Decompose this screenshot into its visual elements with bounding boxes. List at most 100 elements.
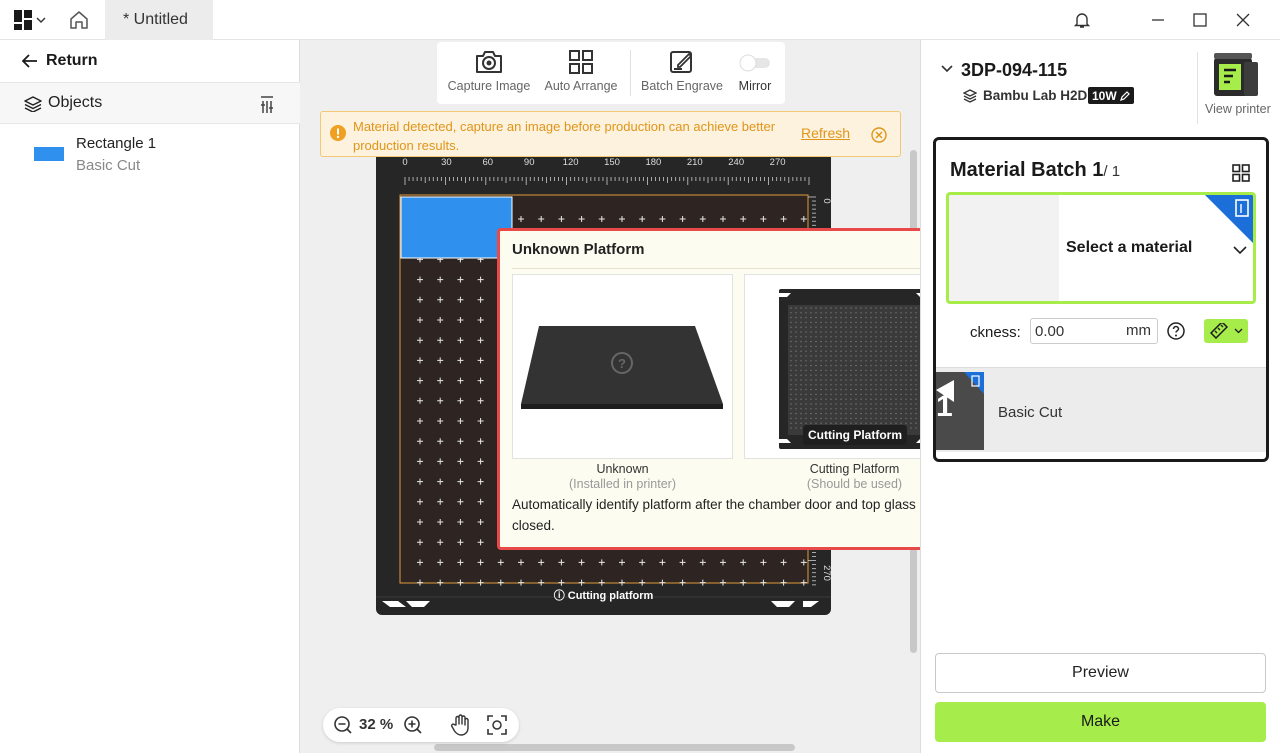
ruler-label: 60 xyxy=(483,157,494,168)
object-color-swatch xyxy=(34,147,64,161)
app-menu-button[interactable] xyxy=(14,10,50,30)
list-item[interactable]: Rectangle 1 Basic Cut xyxy=(34,132,274,178)
ruler-label: 150 xyxy=(604,157,620,168)
zoom-out-icon[interactable] xyxy=(333,715,353,735)
ruler-label: 210 xyxy=(687,157,703,168)
bell-icon[interactable] xyxy=(1072,10,1092,30)
ruler-label: 270 xyxy=(821,565,831,581)
horizontal-scrollbar[interactable] xyxy=(434,744,795,751)
plate-label: ⓘ Cutting platform xyxy=(376,587,831,603)
objects-header: Objects xyxy=(0,82,300,124)
process-thumbnail: 1 xyxy=(936,372,984,450)
warning-icon xyxy=(330,125,346,141)
zoom-controls: 32 % xyxy=(323,708,519,742)
chevron-down-icon[interactable] xyxy=(941,64,953,74)
zoom-in-icon[interactable] xyxy=(403,715,423,735)
chevron-down-icon xyxy=(1233,246,1247,255)
return-button[interactable]: Return xyxy=(22,50,98,72)
engrave-icon xyxy=(670,51,693,73)
batch-engrave-button[interactable]: Batch Engrave xyxy=(639,42,725,104)
return-label: Return xyxy=(46,52,98,69)
toggle-icon xyxy=(739,54,770,72)
process-name: Basic Cut xyxy=(998,404,1063,421)
ruler-label: 90 xyxy=(524,157,535,168)
ruler-label: 240 xyxy=(728,157,744,168)
refresh-link[interactable]: Refresh xyxy=(801,125,850,141)
laser-power-badge[interactable]: 10W xyxy=(1088,87,1134,104)
ruler-icon xyxy=(1210,323,1228,339)
ruler-label: 30 xyxy=(441,157,452,168)
ruler-label: 120 xyxy=(563,157,579,168)
laser-power-value: 10W xyxy=(1092,88,1117,103)
material-notice-banner: Material detected, capture an image befo… xyxy=(320,111,901,157)
home-icon[interactable] xyxy=(68,9,90,31)
popup-title: Unknown Platform xyxy=(512,241,645,258)
batch-title: Material Batch 1/ 1 xyxy=(950,159,1120,182)
material-card[interactable]: Select a material xyxy=(946,192,1256,304)
arrow-left-icon xyxy=(22,54,37,68)
popup-description: Automatically identify platform after th… xyxy=(512,497,966,533)
toolbar-divider xyxy=(630,50,631,96)
objects-label: Objects xyxy=(48,94,103,111)
object-process: Basic Cut xyxy=(76,157,141,174)
close-icon[interactable] xyxy=(1233,10,1253,30)
ruler-label: 270 xyxy=(770,157,786,168)
ruler-label: 180 xyxy=(645,157,661,168)
batch-engrave-label: Batch Engrave xyxy=(641,79,723,93)
cutting-platform-tag: Cutting Platform xyxy=(808,428,902,442)
preview-button[interactable]: Preview xyxy=(935,653,1266,693)
grid-icon[interactable] xyxy=(1232,164,1250,182)
object-name: Rectangle 1 xyxy=(76,135,157,152)
title-bar: * Untitled xyxy=(0,0,1280,40)
batch-title-text: Material Batch 1 xyxy=(950,159,1104,181)
mirror-toggle[interactable]: Mirror xyxy=(731,42,779,104)
camera-icon xyxy=(476,51,502,73)
help-icon[interactable] xyxy=(1167,322,1185,340)
close-circle-icon[interactable] xyxy=(871,127,887,143)
svg-text:?: ? xyxy=(618,356,626,371)
sort-icon[interactable] xyxy=(258,96,276,114)
layers-icon xyxy=(24,96,42,112)
thickness-label: ckness: xyxy=(970,324,1021,341)
chevron-down-icon xyxy=(1234,328,1243,334)
left-panel: Return Objects Rectangle 1 Basic Cut xyxy=(0,40,300,753)
make-button[interactable]: Make xyxy=(935,702,1266,742)
thickness-unit: mm xyxy=(1126,322,1151,339)
capture-image-button[interactable]: Capture Image xyxy=(447,42,531,104)
info-icon: ⓘ xyxy=(553,590,565,602)
door-icon xyxy=(1205,195,1253,243)
hand-pan-icon[interactable] xyxy=(451,714,471,736)
grid-icon xyxy=(569,50,593,74)
divider xyxy=(1197,52,1198,124)
notice-text: Material detected, capture an image befo… xyxy=(353,119,776,153)
platform-name-unknown: Unknown xyxy=(596,462,649,476)
printer-model: Bambu Lab H2D xyxy=(983,88,1088,103)
thickness-input[interactable]: 0.00 mm xyxy=(1030,318,1158,344)
rectangle-object[interactable] xyxy=(400,196,513,259)
pencil-icon xyxy=(1119,90,1130,101)
printer-name[interactable]: 3DP-094-115 xyxy=(961,60,1067,81)
batch-count: / 1 xyxy=(1103,163,1121,180)
auto-arrange-button[interactable]: Auto Arrange xyxy=(539,42,623,104)
platform-sub-unknown: (Installed in printer) xyxy=(569,477,676,491)
maximize-icon[interactable] xyxy=(1190,10,1210,30)
printer-icon[interactable] xyxy=(1211,52,1261,98)
platform-card-unknown[interactable]: ? xyxy=(512,274,733,459)
unknown-platform-popup: Unknown Platform ? Unknown (Installed in… xyxy=(497,228,978,550)
plate-label-text: Cutting platform xyxy=(567,590,654,602)
chevron-down-icon xyxy=(36,17,46,23)
logo-icon xyxy=(14,10,32,30)
popup-divider xyxy=(512,268,965,269)
process-item[interactable]: 1 Basic Cut xyxy=(936,367,1266,452)
thickness-value: 0.00 xyxy=(1035,323,1065,340)
fit-view-icon[interactable] xyxy=(487,715,507,735)
select-material-label: Select a material xyxy=(1066,239,1193,256)
tab-untitled[interactable]: * Untitled xyxy=(105,0,213,40)
view-printer-label[interactable]: View printer xyxy=(1205,102,1271,116)
tab-title: * Untitled xyxy=(123,11,188,28)
mirror-label: Mirror xyxy=(738,79,772,93)
canvas-toolbar: Capture Image Auto Arrange Batch Engrave… xyxy=(437,42,785,104)
minimize-icon[interactable] xyxy=(1148,10,1168,30)
measure-button[interactable] xyxy=(1204,319,1248,343)
unknown-platform-image: ? xyxy=(521,326,723,409)
